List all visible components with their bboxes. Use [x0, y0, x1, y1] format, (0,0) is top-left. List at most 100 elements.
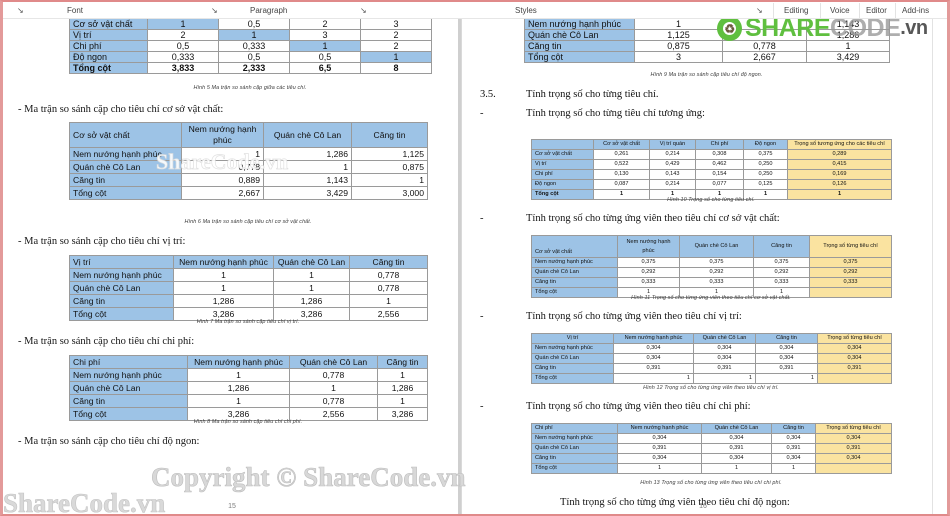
- table-row[interactable]: Nem nướng hạnh phúc 1 1 0,778: [69, 268, 428, 282]
- table-row[interactable]: Vị trí 0,522 0,429 0,462 0,250 0,415: [531, 159, 892, 170]
- col-header: Độ ngon: [743, 139, 788, 150]
- ribbon-divider-4: [895, 3, 896, 18]
- table-row[interactable]: Quán chè Cô Lan 0,292 0,292 0,292 0,292: [531, 267, 892, 278]
- table-row[interactable]: Nem nướng hạnh phúc 1 1,143: [524, 19, 890, 30]
- cell: 0,875: [351, 160, 428, 174]
- table-hinh7-location-matrix[interactable]: Vị trí Nem nướng hạnh phúc Quán chè Cô L…: [69, 255, 428, 321]
- bullet-hinh11: - Tính trọng số cho từng ứng viên theo t…: [480, 213, 780, 224]
- col-header: Chi phí: [695, 139, 744, 150]
- row-header: Căng tin: [531, 277, 618, 288]
- table-row[interactable]: Quán chè Cô Lan 0,391 0,391 0,391 0,391: [531, 443, 892, 454]
- cell: 0,250: [743, 169, 788, 180]
- cell-weight: 0,289: [787, 149, 892, 160]
- table-row[interactable]: Độ ngon 0,333 0,5 0,5 1: [69, 51, 432, 63]
- cell: 1: [634, 19, 723, 30]
- table-row[interactable]: Quán chè Cô Lan 1,286 1 1,286: [69, 381, 428, 395]
- bullet-marker: -: [480, 108, 484, 119]
- ribbon-group-editor[interactable]: Editor: [866, 6, 887, 15]
- cell-weight: 0,304: [817, 353, 892, 364]
- table-row[interactable]: Cơ sở vật chất 0,261 0,214 0,308 0,375 0…: [531, 149, 892, 160]
- table-row[interactable]: Chi phí 0,130 0,143 0,154 0,250 0,169: [531, 169, 892, 180]
- cell-weight: 0,304: [815, 453, 892, 464]
- cell: 1,143: [263, 173, 352, 187]
- cell: 0,154: [695, 169, 744, 180]
- table-header-row: Vị trí Nem nướng hạnh phúc Quán chè Cô L…: [69, 255, 428, 269]
- table-row[interactable]: Vị trí 2 1 3 2: [69, 29, 432, 41]
- cell: 0,292: [617, 267, 680, 278]
- cell: 0,333: [147, 51, 219, 63]
- cell: 0,304: [613, 343, 694, 354]
- cell: 0,304: [771, 453, 816, 464]
- cell: 0,462: [695, 159, 744, 170]
- cell: 0,778: [289, 368, 378, 382]
- table-hinh9-taste-matrix[interactable]: Nem nướng hạnh phúc 1 1,143 Quán chè Cô …: [524, 19, 890, 63]
- table-row[interactable]: Nem nướng hạnh phúc 1 0,778 1: [69, 368, 428, 382]
- table-row[interactable]: Quán chè Cô Lan 0,778 1 0,875: [69, 160, 428, 174]
- ribbon-divider-1: [773, 3, 774, 18]
- table-row[interactable]: Nem nướng hạnh phúc 0,304 0,304 0,304 0,…: [531, 433, 892, 444]
- table-row-total[interactable]: Tổng cột 1 1 1: [531, 463, 892, 474]
- bullet-text: Tính trọng số cho từng ứng viên theo tiê…: [526, 213, 780, 224]
- document-page-15: Cơ sở vật chất 1 0,5 2 3 Vị trí 2 1 3 2 …: [6, 19, 458, 514]
- cell: 3: [360, 19, 432, 30]
- caption-hinh6: Hình 6 Ma trận so sánh cặp tiêu chí cơ s…: [184, 219, 312, 225]
- table-row[interactable]: Độ ngon 0,087 0,214 0,077 0,125 0,126: [531, 179, 892, 190]
- cell: 0,391: [771, 443, 816, 454]
- table-row[interactable]: Căng tin 0,333 0,333 0,333 0,333: [531, 277, 892, 288]
- page-number-left: 15: [228, 503, 236, 510]
- table-row[interactable]: Nem nướng hạnh phúc 1 1,286 1,125: [69, 147, 428, 161]
- section-heading-3-5: 3.5. Tính trọng số cho từng tiêu chí.: [480, 89, 659, 100]
- table-row[interactable]: Nem nướng hạnh phúc 0,375 0,375 0,375 0,…: [531, 257, 892, 268]
- font-dialog-launcher[interactable]: ↘: [211, 6, 218, 15]
- cell-weight-empty: [817, 373, 892, 384]
- row-header: Căng tin: [524, 40, 635, 52]
- scrollbar-track[interactable]: [932, 19, 944, 514]
- cell: 0,875: [634, 40, 723, 52]
- table-row[interactable]: Nem nướng hạnh phúc 0,304 0,304 0,304 0,…: [531, 343, 892, 354]
- ribbon-group-voice[interactable]: Voice: [830, 6, 850, 15]
- cell: 0,5: [218, 51, 290, 63]
- table-row[interactable]: Căng tin 1 0,778 1: [69, 394, 428, 408]
- bullet-marker: -: [480, 213, 484, 224]
- table-hinh6-facility-matrix[interactable]: Cơ sở vật chất Nem nướng hạnh phúc Quán …: [69, 122, 428, 200]
- cell: 0,250: [743, 159, 788, 170]
- table-row[interactable]: Quán chè Cô Lan 1 1 0,778: [69, 281, 428, 295]
- table-row[interactable]: Cơ sở vật chất 1 0,5 2 3: [69, 19, 432, 30]
- styles-dialog-launcher[interactable]: ↘: [756, 6, 763, 15]
- table-row[interactable]: Căng tin 0,391 0,391 0,391 0,391: [531, 363, 892, 374]
- row-header: Tổng cột: [524, 51, 635, 63]
- row-header: Quán chè Cô Lan: [69, 160, 182, 174]
- ribbon-group-addins[interactable]: Add-ins: [902, 6, 929, 15]
- table-row[interactable]: Căng tin 0,304 0,304 0,304 0,304: [531, 453, 892, 464]
- row-header: Nem nướng hạnh phúc: [531, 343, 614, 354]
- table-row[interactable]: Quán chè Cô Lan 0,304 0,304 0,304 0,304: [531, 353, 892, 364]
- table-hinh10-criteria-weights[interactable]: Cơ sở vật chất Vị trí quán Chi phí Độ ng…: [531, 139, 892, 200]
- font-dialog-launcher-left[interactable]: ↘: [17, 6, 24, 15]
- table-row[interactable]: Quán chè Cô Lan 1,125 1,286: [524, 29, 890, 41]
- cell: 2,667: [722, 51, 807, 63]
- table-row[interactable]: Chi phí 0,5 0,333 1 2: [69, 40, 432, 52]
- ribbon-group-editing[interactable]: Editing: [784, 6, 808, 15]
- row-header: Nem nướng hạnh phúc: [531, 433, 618, 444]
- table-hinh8-cost-matrix[interactable]: Chi phí Nem nướng hạnh phúc Quán chè Cô …: [69, 355, 428, 421]
- cell-weight: 0,375: [809, 257, 892, 268]
- table-row-total[interactable]: Tổng cột 3,833 2,333 6,5 8: [69, 62, 432, 74]
- table-row-total[interactable]: Tổng cột 3 2,667 3,429: [524, 51, 890, 63]
- cell: 0,778: [289, 394, 378, 408]
- table-hinh11-candidate-weights-facility[interactable]: Cơ sở vật chất Nem nướng hạnh phúc Quán …: [531, 235, 892, 298]
- col-header: Quán chè Cô Lan: [263, 122, 352, 148]
- table-row[interactable]: Căng tin 0,875 0,778 1: [524, 40, 890, 52]
- table-row[interactable]: Căng tin 1,286 1,286 1: [69, 294, 428, 308]
- cell: 0,391: [613, 363, 694, 374]
- table-hinh13-candidate-weights-cost[interactable]: Chi phí Nem nướng hạnh phúc Quán chè Cô …: [531, 423, 892, 474]
- table-row[interactable]: Căng tin 0,889 1,143 1: [69, 173, 428, 187]
- table-row-total[interactable]: Tổng cột 2,667 3,429 3,000: [69, 186, 428, 200]
- row-header: Tổng cột: [531, 373, 614, 384]
- cell: 0,292: [753, 267, 810, 278]
- table-row-total[interactable]: Tổng cột 1 1 1: [531, 373, 892, 384]
- table-hinh12-candidate-weights-location[interactable]: Vị trí Nem nướng hạnh phúc Quán chè Cô L…: [531, 333, 892, 384]
- table-hinh5-pairwise-criteria[interactable]: Cơ sở vật chất 1 0,5 2 3 Vị trí 2 1 3 2 …: [69, 19, 432, 74]
- paragraph-dialog-launcher[interactable]: ↘: [360, 6, 367, 15]
- cell: 2,333: [218, 62, 290, 74]
- cell: 0,125: [743, 179, 788, 190]
